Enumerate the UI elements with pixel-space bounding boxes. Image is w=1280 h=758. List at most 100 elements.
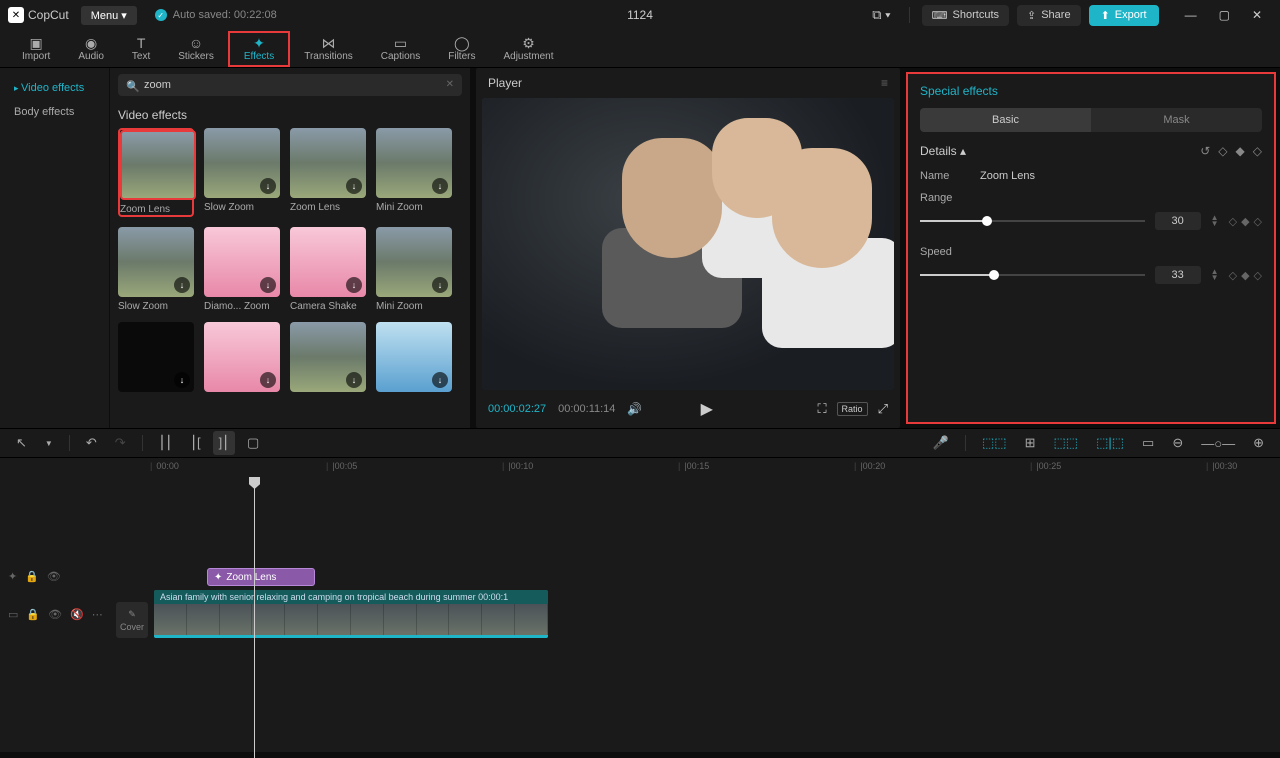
playhead[interactable] [254, 478, 255, 758]
maximize-button[interactable]: ▢ [1209, 4, 1240, 26]
export-button[interactable]: ⬆Export [1089, 5, 1159, 26]
effect-card[interactable]: ↓Diamo... Zoom [204, 227, 280, 312]
close-button[interactable]: ✕ [1242, 4, 1272, 26]
crop-tool[interactable]: ▢ [241, 431, 265, 455]
volume-icon[interactable]: 🔊 [627, 402, 642, 416]
mute-icon[interactable]: 🔇 [70, 608, 84, 621]
rp-tab-basic[interactable]: Basic [920, 108, 1091, 132]
video-track-controls[interactable]: ▭ 🔒 👁 🔇 ⋯ [0, 608, 112, 621]
lock-icon[interactable]: 🔒 [25, 570, 39, 583]
tab-adjustment[interactable]: ⚙Adjustment [489, 31, 567, 67]
layout-icon[interactable]: ⧉ ▾ [866, 3, 896, 27]
download-icon[interactable]: ↓ [174, 372, 190, 388]
select-tool[interactable]: ↖ [10, 431, 33, 455]
tab-filters[interactable]: ◯Filters [434, 31, 489, 67]
download-icon[interactable]: ↓ [346, 178, 362, 194]
split-left-tool[interactable]: ⎮[ [184, 431, 206, 455]
mic-icon[interactable]: 🎤 [927, 431, 955, 455]
tab-effects[interactable]: ✦Effects [228, 31, 290, 67]
menu-button[interactable]: Menu ▾ [81, 6, 137, 25]
effect-card[interactable]: ↓Camera Shake [290, 227, 366, 312]
download-icon[interactable]: ↓ [174, 277, 190, 293]
minimize-button[interactable]: — [1175, 4, 1207, 26]
fullscreen-icon[interactable]: ⤢ [878, 401, 888, 417]
effect-card[interactable]: ↓Zoom Lens [290, 128, 366, 217]
effect-card[interactable]: ↓Slow Zoom [204, 128, 280, 217]
zoom-out-timeline[interactable]: ⊖ [1166, 431, 1189, 455]
cover-button[interactable]: ✎ Cover [116, 602, 148, 638]
effect-label: Slow Zoom [118, 301, 194, 312]
timeline-ruler[interactable]: 00:00 |00:05 |00:10 |00:15 |00:20 |00:25… [150, 458, 1280, 478]
keyframe-icon[interactable]: ◆ [1241, 269, 1249, 282]
select-dropdown[interactable]: ▼ [39, 435, 59, 452]
video-clip[interactable]: Asian family with senior relaxing and ca… [154, 590, 548, 638]
keyframe-prev-icon[interactable]: ◇ [1218, 144, 1227, 158]
snap-tool-3[interactable]: ⬚⬚ [1048, 431, 1085, 455]
download-icon[interactable]: ↓ [260, 372, 276, 388]
zoom-in-timeline[interactable]: ⊕ [1247, 431, 1270, 455]
speed-stepper[interactable]: ▲▼ [1211, 269, 1219, 281]
effect-card[interactable]: ↓ Slow Zoom [118, 227, 194, 312]
effect-card[interactable]: ↓ [376, 322, 452, 392]
lock-icon[interactable]: 🔒 [26, 608, 40, 621]
download-icon[interactable]: ↓ [346, 372, 362, 388]
effect-card[interactable]: ↓Mini Zoom [376, 128, 452, 217]
speed-value[interactable]: 33 [1155, 266, 1201, 284]
snap-tool-4[interactable]: ⬚|⬚ [1090, 431, 1130, 455]
effect-card-zoom-lens[interactable]: Zoom Lens [118, 128, 194, 217]
sidebar-item-body-effects[interactable]: Body effects [6, 100, 103, 124]
clear-search-icon[interactable]: ✕ [446, 79, 454, 90]
play-button[interactable]: ▶ [701, 399, 713, 419]
download-icon[interactable]: ↓ [260, 277, 276, 293]
download-icon[interactable]: ↓ [432, 277, 448, 293]
download-icon[interactable]: ↓ [346, 277, 362, 293]
effect-clip[interactable]: ✦ Zoom Lens [207, 568, 315, 586]
preview-tool[interactable]: ▭ [1136, 431, 1160, 455]
tab-transitions[interactable]: ⋈Transitions [290, 31, 367, 67]
effect-track-controls[interactable]: ✦ 🔒 👁 [0, 570, 112, 583]
rp-tab-mask[interactable]: Mask [1091, 108, 1262, 132]
range-stepper[interactable]: ▲▼ [1211, 215, 1219, 227]
download-icon[interactable]: ↓ [432, 178, 448, 194]
effect-card[interactable]: ↓ [290, 322, 366, 392]
player-menu-icon[interactable]: ≡ [881, 76, 888, 90]
keyframe-icon[interactable]: ◇ [1229, 215, 1237, 228]
tab-import[interactable]: ▣Import [8, 31, 64, 67]
shortcuts-button[interactable]: ⌨Shortcuts [922, 5, 1009, 26]
tab-text[interactable]: TText [118, 31, 164, 67]
snap-tool-1[interactable]: ⬚⬚ [976, 431, 1013, 455]
speed-slider[interactable] [920, 274, 1145, 276]
effect-card[interactable]: ↓ [204, 322, 280, 392]
snap-tool-2[interactable]: ⊞ [1019, 431, 1042, 455]
keyframe-next-icon[interactable]: ◇ [1253, 144, 1262, 158]
range-value[interactable]: 30 [1155, 212, 1201, 230]
split-right-tool[interactable]: ]⎮ [213, 431, 235, 455]
visibility-icon[interactable]: 👁 [48, 608, 62, 621]
keyframe-icon[interactable]: ◇ [1229, 269, 1237, 282]
tab-stickers[interactable]: ☺Stickers [164, 31, 228, 67]
zoom-slider[interactable]: —○— [1195, 432, 1241, 455]
crop-icon[interactable]: ⛶ [817, 401, 826, 417]
player-viewport[interactable] [482, 98, 894, 390]
ratio-button[interactable]: Ratio [837, 402, 868, 416]
effect-card[interactable]: ↓ [118, 322, 194, 392]
keyframe-icon[interactable]: ◆ [1241, 215, 1249, 228]
sidebar-item-video-effects[interactable]: Video effects [6, 76, 103, 100]
keyframe-icon[interactable]: ◇ [1254, 215, 1262, 228]
tab-audio[interactable]: ◉Audio [64, 31, 118, 67]
range-slider[interactable] [920, 220, 1145, 222]
share-button[interactable]: ⇪Share [1017, 5, 1081, 26]
more-icon[interactable]: ⋯ [92, 608, 103, 621]
reset-icon[interactable]: ↺ [1200, 144, 1210, 158]
redo-button[interactable]: ↷ [109, 431, 132, 455]
download-icon[interactable]: ↓ [260, 178, 276, 194]
split-tool[interactable]: ⎮⎮ [153, 431, 179, 455]
download-icon[interactable]: ↓ [432, 372, 448, 388]
undo-button[interactable]: ↶ [80, 431, 103, 455]
tab-captions[interactable]: ▭Captions [367, 31, 434, 67]
keyframe-icon[interactable]: ◇ [1254, 269, 1262, 282]
effect-card[interactable]: ↓Mini Zoom [376, 227, 452, 312]
search-input[interactable] [118, 74, 462, 96]
visibility-icon[interactable]: 👁 [47, 570, 61, 583]
keyframe-icon[interactable]: ◆ [1236, 144, 1245, 158]
